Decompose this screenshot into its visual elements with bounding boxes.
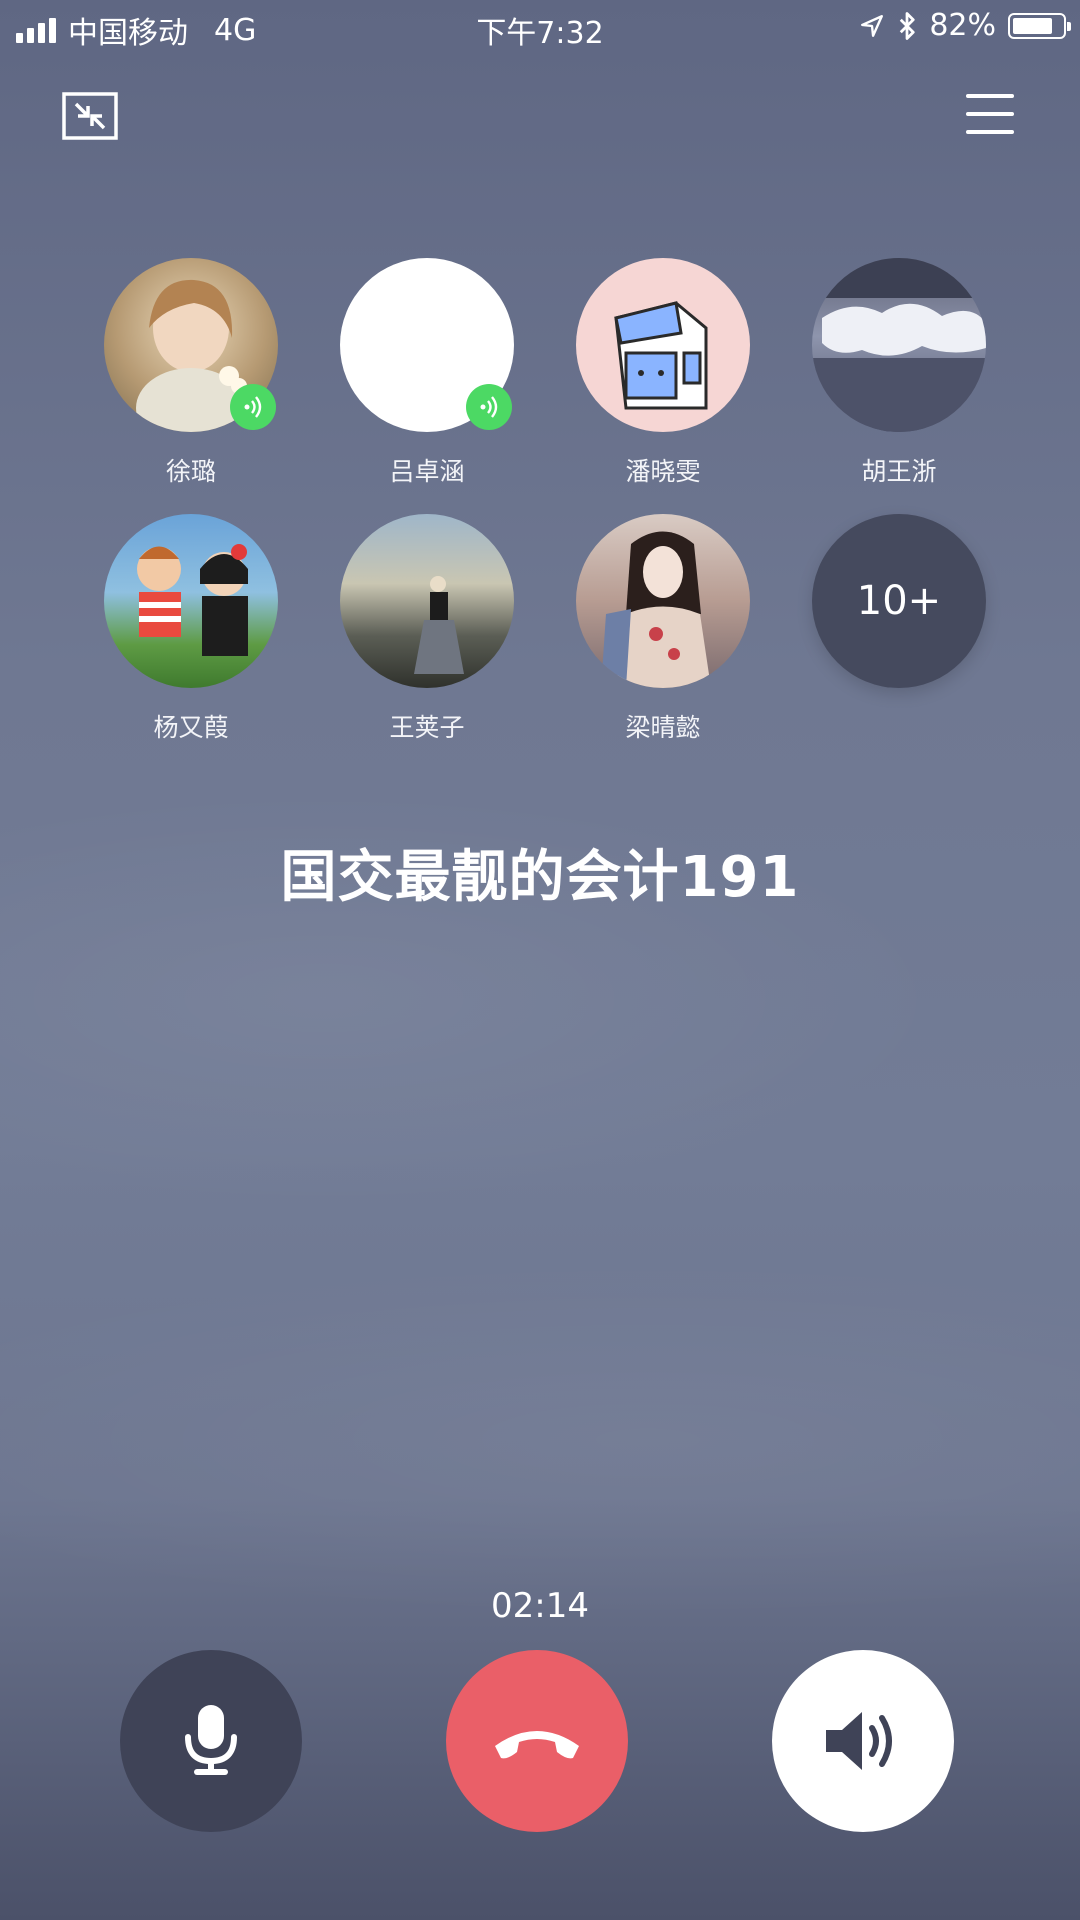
participants-grid: 徐璐 吕卓涵 潘晓雯 胡王浙 杨又葭 王荚子 梁晴懿 10+: [73, 258, 1013, 742]
bluetooth-icon: [900, 11, 915, 40]
more-participants[interactable]: 10+: [781, 514, 1017, 742]
participant-name: 吕卓涵: [389, 457, 465, 486]
minimize-icon: [62, 92, 118, 140]
status-right: 82%: [859, 8, 1071, 43]
minimize-button[interactable]: [62, 92, 118, 140]
call-timer: 02:14: [491, 1586, 589, 1626]
avatar: [812, 258, 986, 432]
menu-button[interactable]: [966, 94, 1014, 138]
battery-percent: 82%: [929, 8, 996, 43]
participant[interactable]: 王荚子: [309, 514, 545, 742]
group-title: 国交最靓的会计191: [280, 845, 800, 910]
avatar: [576, 514, 750, 688]
status-bar: 中国移动 4G 下午7:32 82%: [0, 0, 1080, 54]
participant-name: 徐璐: [165, 457, 216, 486]
mute-button[interactable]: [120, 1650, 302, 1832]
avatar-image: [340, 514, 514, 688]
speaker-icon: [826, 1712, 892, 1770]
avatar-image: [576, 514, 750, 688]
hangup-icon: [495, 1731, 579, 1759]
participant[interactable]: 徐璐: [73, 258, 309, 486]
avatar-image: [576, 258, 750, 432]
participant[interactable]: 潘晓雯: [545, 258, 781, 486]
avatar: [340, 258, 514, 432]
participant-name: 梁晴懿: [625, 713, 701, 742]
participant-name: 胡王浙: [861, 457, 937, 486]
participant-name: 潘晓雯: [625, 457, 701, 486]
hangup-button[interactable]: [446, 1650, 628, 1832]
more-participants-count: 10+: [812, 514, 986, 688]
battery-fill: [1013, 17, 1053, 34]
avatar: [340, 514, 514, 688]
avatar-image: [104, 514, 278, 688]
speaking-icon: [230, 384, 276, 430]
participant[interactable]: 杨又葭: [73, 514, 309, 742]
participant[interactable]: 梁晴懿: [545, 514, 781, 742]
avatar-image: [812, 258, 986, 432]
location-icon: [861, 14, 884, 37]
menu-icon: [966, 94, 1014, 134]
speaking-icon: [466, 384, 512, 430]
participant-name: 杨又葭: [153, 713, 229, 742]
microphone-icon: [185, 1705, 237, 1775]
avatar: [104, 258, 278, 432]
participant-name: 王荚子: [389, 713, 465, 742]
participant[interactable]: 吕卓涵: [309, 258, 545, 486]
speaker-button[interactable]: [772, 1650, 954, 1832]
avatar: [576, 258, 750, 432]
participant[interactable]: 胡王浙: [781, 258, 1017, 486]
battery-icon: [1008, 12, 1071, 39]
avatar: [104, 514, 278, 688]
